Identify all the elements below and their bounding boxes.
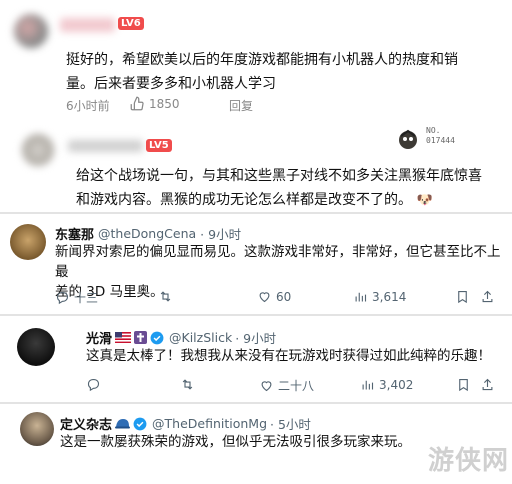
avatar[interactable]	[22, 134, 54, 166]
level-badge: LV5	[146, 139, 172, 152]
views-button[interactable]: 3,402	[360, 377, 413, 392]
reply-count: 十三	[74, 291, 99, 305]
comment-text: 挺好的，希望欧美以后的年度游戏都能拥有小机器人的热度和销 量。后来者要多多和小机…	[66, 48, 506, 96]
view-count: 3,402	[379, 377, 414, 392]
share-icon	[482, 378, 493, 391]
tweet-header: 光滑 @KilzSlick · 9小时	[86, 328, 276, 347]
handle[interactable]: @KilzSlick	[169, 330, 232, 345]
comment-text-line1: 挺好的，希望欧美以后的年度游戏都能拥有小机器人的热度和销	[66, 52, 458, 68]
like-count: 1850	[149, 96, 180, 111]
dog-emoji: 🐶	[416, 193, 433, 208]
share-button[interactable]	[480, 377, 495, 392]
handle[interactable]: @TheDefinitionMg	[152, 416, 267, 431]
like-count: 60	[276, 289, 292, 304]
heart-icon	[261, 381, 272, 392]
avatar[interactable]	[20, 412, 54, 446]
retweet-button[interactable]	[158, 289, 173, 304]
divider	[0, 212, 512, 214]
bookmark-icon	[459, 378, 468, 392]
tweet-time[interactable]: · 9小时	[200, 224, 241, 243]
tweet-header: 东塞那 @theDongCena · 9小时	[55, 224, 241, 243]
like-count: 二十八	[278, 379, 315, 393]
us-flag-icon	[115, 332, 132, 343]
comment-text-line2: 量。后来者要多多和小机器人学习	[66, 76, 276, 92]
views-button[interactable]: 3,614	[353, 289, 406, 304]
reply-icon	[56, 291, 69, 305]
cross-icon	[134, 331, 148, 344]
medal-character-icon	[399, 129, 417, 149]
handle[interactable]: @theDongCena	[98, 226, 196, 241]
like-button[interactable]: 60	[257, 289, 291, 304]
fan-medal: NO. 017444	[396, 126, 486, 154]
retweet-icon	[160, 291, 171, 302]
tweet-header: 定义杂志 @TheDefinitionMg · 5小时	[60, 414, 311, 433]
cap-icon	[115, 418, 131, 428]
tweet-text: 这真是太棒了！我想我从来没有在玩游戏时获得过如此纯粹的乐趣！	[86, 348, 491, 364]
views-chart-icon	[362, 380, 374, 390]
reply-button[interactable]: 十三	[55, 289, 98, 306]
retweet-button[interactable]	[180, 377, 195, 392]
reply-button[interactable]	[86, 377, 101, 392]
retweet-icon	[182, 379, 193, 390]
display-name[interactable]: 东塞那	[55, 224, 94, 243]
tweet-text-line1: 新闻界对索尼的偏见显而易见。这款游戏非常好，非常好，但它甚至比不上最	[55, 244, 501, 280]
share-icon	[482, 290, 493, 303]
bookmark-icon	[458, 290, 467, 304]
display-name[interactable]: 光滑	[86, 328, 112, 347]
tweet-time[interactable]: · 5小时	[270, 414, 311, 433]
comment-time: 6小时前	[66, 99, 110, 113]
comment-text-line2: 和游戏内容。黑猴的成功无论怎么样都是改变不了的。 🐶	[76, 188, 508, 213]
reply-icon	[87, 378, 100, 392]
views-chart-icon	[355, 292, 367, 302]
watermark: 游侠网	[428, 446, 510, 476]
thumbs-up-icon	[130, 96, 144, 111]
display-name[interactable]: 定义杂志	[60, 414, 112, 433]
view-count: 3,614	[372, 289, 407, 304]
verified-badge-icon	[133, 417, 147, 430]
tweet-time[interactable]: · 9小时	[235, 328, 276, 347]
level-badge: LV6	[118, 17, 144, 30]
avatar[interactable]	[14, 14, 48, 48]
username-blurred[interactable]	[60, 18, 115, 32]
bookmark-button[interactable]	[455, 289, 470, 304]
avatar[interactable]	[10, 224, 46, 260]
divider	[0, 402, 512, 404]
comment-text: 给这个战场说一句，与其和这些黑子对线不如多关注黑猴年底惊喜 和游戏内容。黑猴的成…	[76, 164, 508, 213]
reply-button[interactable]: 回复	[229, 97, 253, 114]
heart-icon	[259, 292, 270, 303]
medal-number: NO. 017444	[426, 126, 455, 145]
like-button[interactable]: 二十八	[259, 377, 314, 394]
divider	[0, 314, 512, 316]
bookmark-button[interactable]	[456, 377, 471, 392]
comment-text-line2-text: 和游戏内容。黑猴的成功无论怎么样都是改变不了的。	[76, 192, 412, 208]
verified-badge-icon	[150, 331, 164, 344]
comment-text-line1: 给这个战场说一句，与其和这些黑子对线不如多关注黑猴年底惊喜	[76, 168, 482, 184]
share-button[interactable]	[480, 289, 495, 304]
username-blurred[interactable]	[68, 140, 143, 152]
avatar[interactable]	[17, 328, 55, 366]
like-button[interactable]: 1850	[130, 96, 180, 111]
